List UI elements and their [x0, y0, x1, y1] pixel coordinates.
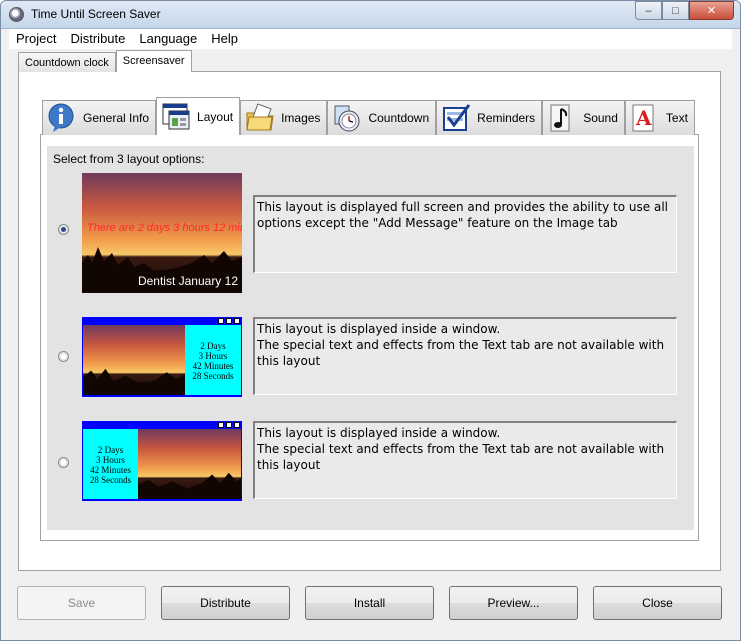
preview-image	[83, 325, 185, 395]
title-bar[interactable]: Time Until Screen Saver – □ ✕	[1, 1, 740, 29]
preview-button[interactable]: Preview...	[449, 586, 578, 620]
layout-option-3-radio[interactable]	[58, 457, 69, 468]
window-controls: – □ ✕	[635, 1, 734, 20]
tab-text-label: Text	[665, 111, 688, 125]
tab-general-info-label: General Info	[83, 111, 150, 125]
tab-sound[interactable]: Sound	[542, 100, 625, 135]
menu-help[interactable]: Help	[210, 29, 245, 49]
preview-countdown-panel: 2 Days 3 Hours 42 Minutes 28 Seconds	[83, 429, 138, 499]
info-icon	[47, 103, 77, 133]
tab-reminders[interactable]: Reminders	[436, 100, 543, 135]
window-title: Time Until Screen Saver	[31, 7, 161, 21]
music-note-icon	[547, 103, 577, 133]
layout-option-1-radio[interactable]	[58, 224, 69, 235]
layout-option-2-preview[interactable]: 2 Days 3 Hours 42 Minutes 28 Seconds	[82, 317, 242, 397]
tab-text[interactable]: A Text	[624, 100, 695, 135]
description-text: The special text and effects from the Te…	[257, 338, 665, 368]
tab-countdown[interactable]: Countdown	[327, 100, 437, 135]
install-button[interactable]: Install	[305, 586, 434, 620]
preview-caption: Dentist January 12	[137, 274, 238, 288]
text-a-icon: A	[630, 103, 660, 133]
minimize-icon[interactable]: –	[635, 1, 662, 20]
preview-image	[138, 429, 241, 499]
close-window-icon[interactable]: ✕	[689, 1, 734, 20]
preview-window-bar	[82, 421, 242, 429]
layout-option-3-description: This layout is displayed inside a window…	[253, 421, 677, 499]
maximize-icon[interactable]: □	[662, 1, 689, 20]
preview-countdown-panel: 2 Days 3 Hours 42 Minutes 28 Seconds	[185, 325, 241, 395]
images-icon	[245, 103, 275, 133]
preview-window-bar	[82, 317, 242, 325]
layout-icon	[161, 102, 191, 132]
description-text: This layout is displayed inside a window…	[257, 322, 501, 336]
layout-option-2-description: This layout is displayed inside a window…	[253, 317, 677, 395]
tab-general-info[interactable]: General Info	[42, 100, 157, 135]
layout-option-1-description: This layout is displayed full screen and…	[253, 195, 677, 273]
menu-bar: Project Distribute Language Help	[9, 29, 732, 49]
layout-option-2-radio[interactable]	[58, 351, 69, 362]
inner-tab-bar: General Info Layout Images Countdown Rem…	[42, 97, 695, 135]
layout-option-3-preview[interactable]: 2 Days 3 Hours 42 Minutes 28 Seconds	[82, 421, 242, 501]
description-text: This layout is displayed full screen and…	[257, 200, 668, 230]
preview-overlay-text: There are 2 days 3 hours 12 min	[87, 222, 242, 234]
layout-select-label: Select from 3 layout options:	[53, 152, 205, 166]
checklist-icon	[441, 103, 471, 133]
stopwatch-icon	[332, 103, 362, 133]
tab-layout[interactable]: Layout	[156, 97, 241, 135]
tab-sound-label: Sound	[583, 111, 618, 125]
tab-layout-label: Layout	[197, 109, 234, 124]
menu-project[interactable]: Project	[15, 29, 63, 49]
tab-images[interactable]: Images	[240, 100, 328, 135]
description-text: This layout is displayed inside a window…	[257, 426, 501, 440]
save-button[interactable]: Save	[17, 586, 146, 620]
outer-tab-bar: Countdown clock Screensaver	[18, 50, 192, 72]
tab-screensaver[interactable]: Screensaver	[115, 50, 192, 72]
layout-option-1-preview[interactable]: There are 2 days 3 hours 12 min Dentist …	[82, 173, 242, 293]
tree-silhouette	[138, 472, 241, 499]
menu-language[interactable]: Language	[138, 29, 204, 49]
menu-distribute[interactable]: Distribute	[69, 29, 132, 49]
tab-countdown-label: Countdown	[368, 111, 430, 125]
close-button[interactable]: Close	[593, 586, 722, 620]
tab-images-label: Images	[281, 111, 321, 125]
distribute-button[interactable]: Distribute	[161, 586, 290, 620]
tree-silhouette	[83, 368, 185, 395]
description-text: The special text and effects from the Te…	[257, 442, 665, 472]
clock-app-icon	[9, 7, 24, 22]
tab-reminders-label: Reminders	[477, 111, 536, 125]
tab-countdown-clock[interactable]: Countdown clock	[18, 52, 116, 72]
svg-text:A: A	[635, 106, 652, 130]
